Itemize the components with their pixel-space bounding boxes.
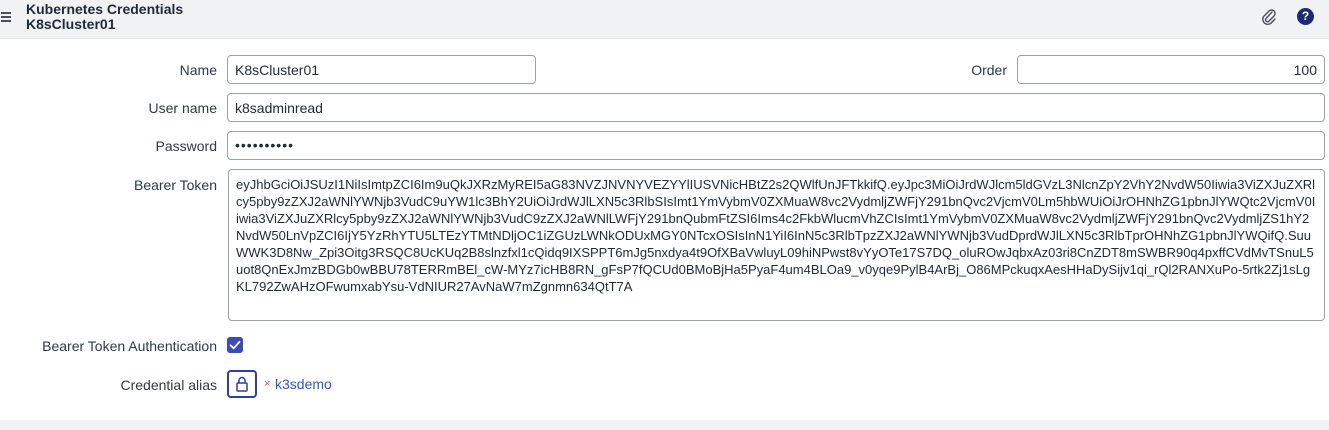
bearer-auth-checkbox[interactable]: [227, 337, 243, 353]
bearer-auth-label: Bearer Token Authentication: [42, 338, 217, 354]
form-header: Kubernetes Credentials K8sCluster01 ?: [0, 0, 1329, 39]
form-subtitle: K8sCluster01: [26, 16, 116, 32]
name-label: Name: [179, 62, 217, 78]
help-icon[interactable]: ?: [1297, 8, 1314, 25]
username-label: User name: [148, 100, 217, 116]
lock-icon: [236, 376, 248, 392]
order-label: Order: [971, 62, 1007, 78]
username-input[interactable]: [227, 93, 1325, 122]
bearer-token-textarea[interactable]: eyJhbGciOiJSUzI1NiIsImtpZCI6Im9uQkJXRzMy…: [228, 169, 1325, 321]
paperclip-icon[interactable]: [1261, 8, 1277, 26]
order-input[interactable]: [1017, 55, 1325, 84]
password-label: Password: [155, 138, 217, 154]
name-input[interactable]: [227, 55, 536, 84]
form-title: Kubernetes Credentials: [26, 1, 184, 17]
password-input[interactable]: ••••••••••: [227, 131, 1325, 160]
remove-alias-icon[interactable]: ×: [264, 378, 270, 390]
checkmark-icon: [229, 340, 241, 350]
bearer-token-label: Bearer Token: [133, 177, 217, 193]
form-footer: [0, 420, 1329, 430]
credential-alias-link[interactable]: k3sdemo: [275, 376, 332, 392]
lock-button[interactable]: [227, 370, 257, 398]
credential-alias-label: Credential alias: [120, 377, 218, 393]
hamburger-menu-icon[interactable]: [1, 12, 11, 22]
